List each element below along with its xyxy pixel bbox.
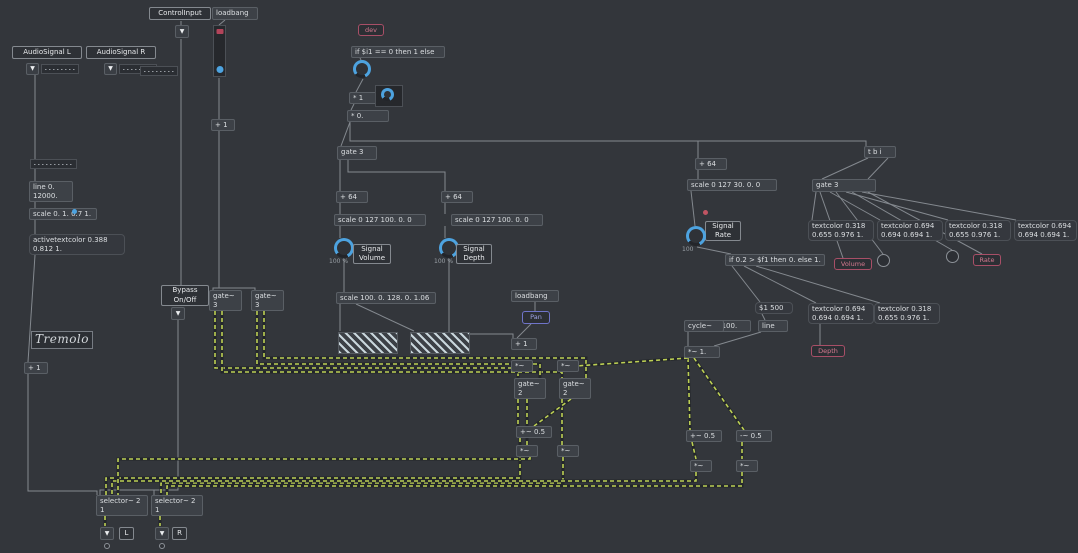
object-t-b-i[interactable]: t b i [864, 146, 896, 158]
object-scale-smooth[interactable]: scale 0. 1. 0.7 1. [29, 208, 97, 220]
message-textcolor[interactable]: textcolor 0.694 0.694 0.694 1. [877, 220, 943, 241]
message-activetextcolor[interactable]: activetextcolor 0.388 0.812 1. $1 [29, 234, 125, 255]
object-multsig[interactable]: *~ [557, 445, 579, 457]
comment-audiosignal-r: AudioSignal R [86, 46, 156, 59]
message-textcolor[interactable]: textcolor 0.694 0.694 0.694 1. [1014, 220, 1077, 241]
box-layer: ControlInput loadbang ▼ AudioSignal L AudioS… [0, 0, 1078, 553]
trigger-button[interactable]: ▼ [171, 307, 185, 320]
object-plussig-05[interactable]: +~ 0.5 [686, 430, 722, 442]
signal-scope[interactable] [140, 66, 178, 76]
object-multsig[interactable]: *~ [516, 445, 538, 457]
message-textcolor[interactable]: textcolor 0.318 0.655 0.976 1. [808, 220, 874, 241]
object-gatesig-3[interactable]: gate~ 3 [251, 290, 284, 311]
trigger-button[interactable]: ▼ [175, 25, 189, 38]
object-gatesig-2[interactable]: gate~ 2 [514, 378, 546, 399]
object-gate-3-right[interactable]: gate 3 [812, 179, 876, 192]
dial[interactable] [353, 60, 371, 78]
object-plus-1[interactable]: + 1 [24, 362, 48, 374]
inactive-panel [410, 332, 470, 354]
object-scale-rate[interactable]: scale 0 127 30. 0. 0 [687, 179, 777, 191]
inactive-panel [338, 332, 398, 354]
object-line-12000[interactable]: line 0. 12000. [29, 181, 73, 202]
object-loadbang-top[interactable]: loadbang [212, 7, 258, 20]
dial[interactable] [381, 88, 394, 101]
object-multsig[interactable]: *~ [557, 360, 579, 372]
message-textcolor[interactable]: textcolor 0.694 0.694 0.694 1. [808, 303, 874, 324]
patcher-canvas[interactable]: ControlInput loadbang ▼ AudioSignal L AudioS… [0, 0, 1078, 553]
object-scale-depth[interactable]: scale 0 127 100. 0. 0 [451, 214, 543, 226]
signal-scope[interactable] [41, 64, 79, 74]
object-if-sign[interactable]: if $i1 == 0 then 1 else -1 [351, 46, 445, 58]
object-gate-3[interactable]: gate 3 [337, 146, 377, 160]
indicator-dot [703, 210, 708, 215]
object-plus-64[interactable]: + 64 [441, 191, 473, 203]
object-minussig-05[interactable]: -~ 0.5 [736, 430, 772, 442]
dial-rate[interactable] [686, 226, 706, 246]
comment-output-l: L [119, 527, 134, 540]
trigger-button[interactable]: ▼ [155, 527, 169, 540]
object-scale-curve[interactable]: scale 100. 0. 128. 0. 1.06 [336, 292, 436, 304]
logo-tremolo: Tremolo [31, 331, 93, 349]
object-multsig[interactable]: *~ [736, 460, 758, 472]
object-mult-0[interactable]: * 0. [347, 110, 389, 122]
trigger-button[interactable]: ▼ [100, 527, 114, 540]
message-textcolor[interactable]: textcolor 0.318 0.655 0.976 1. [945, 220, 1011, 241]
object-plus-1[interactable]: + 1 [511, 338, 537, 350]
object-cycle[interactable]: cycle~ [684, 320, 724, 332]
object-plus-64[interactable]: + 64 [336, 191, 368, 203]
object-gatesig-3[interactable]: gate~ 3 [209, 290, 242, 311]
object-selector[interactable]: selector~ 2 1 [151, 495, 203, 516]
object-scale-volume[interactable]: scale 0 127 100. 0. 0 [334, 214, 426, 226]
outlet-dot [159, 543, 165, 549]
object-plus-64[interactable]: + 64 [695, 158, 727, 170]
pill-rate[interactable]: Rate [973, 254, 1001, 266]
comment-output-r: R [172, 527, 187, 540]
outlet-dot [104, 543, 110, 549]
object-plus-1[interactable]: + 1 [211, 119, 235, 131]
dial-volume[interactable] [334, 238, 354, 258]
trigger-button[interactable]: ▼ [104, 63, 117, 75]
trigger-button[interactable]: ▼ [26, 63, 39, 75]
object-selector[interactable]: selector~ 2 1 [96, 495, 148, 516]
comment-bypass: Bypass On/Off [161, 285, 209, 306]
object-multsig[interactable]: *~ [690, 460, 712, 472]
dial-label: 100 % [329, 258, 349, 265]
signal-scope[interactable] [30, 159, 77, 169]
knob[interactable] [946, 250, 959, 263]
object-multsig[interactable]: *~ [511, 360, 533, 372]
vertical-slider[interactable] [213, 25, 226, 77]
object-line[interactable]: line [758, 320, 788, 332]
pill-volume[interactable]: Volume [834, 258, 872, 270]
object-if-threshold[interactable]: if 0.2 > $f1 then 0. else 1. [725, 254, 825, 266]
dial-label: 100 [682, 246, 694, 253]
comment-controlinput: ControlInput [149, 7, 211, 20]
object-multsig-1[interactable]: *~ 1. [684, 346, 720, 358]
object-gatesig-2[interactable]: gate~ 2 [559, 378, 591, 399]
comment-audiosignal-l: AudioSignal L [12, 46, 82, 59]
comment-signal-rate: Signal Rate [705, 221, 741, 241]
pill-pan[interactable]: Pan [522, 311, 550, 324]
knob[interactable] [877, 254, 890, 267]
comment-signal-depth: Signal Depth [456, 244, 492, 264]
pill-dev[interactable]: dev [358, 24, 384, 36]
message-dollar-500[interactable]: $1 500 [755, 302, 793, 314]
indicator-dot [72, 209, 77, 214]
pill-depth[interactable]: Depth [811, 345, 845, 357]
message-textcolor[interactable]: textcolor 0.318 0.655 0.976 1. [874, 303, 940, 324]
object-loadbang[interactable]: loadbang [511, 290, 559, 302]
comment-signal-volume: Signal Volume [353, 244, 391, 264]
object-plussig-05[interactable]: +~ 0.5 [516, 426, 552, 438]
